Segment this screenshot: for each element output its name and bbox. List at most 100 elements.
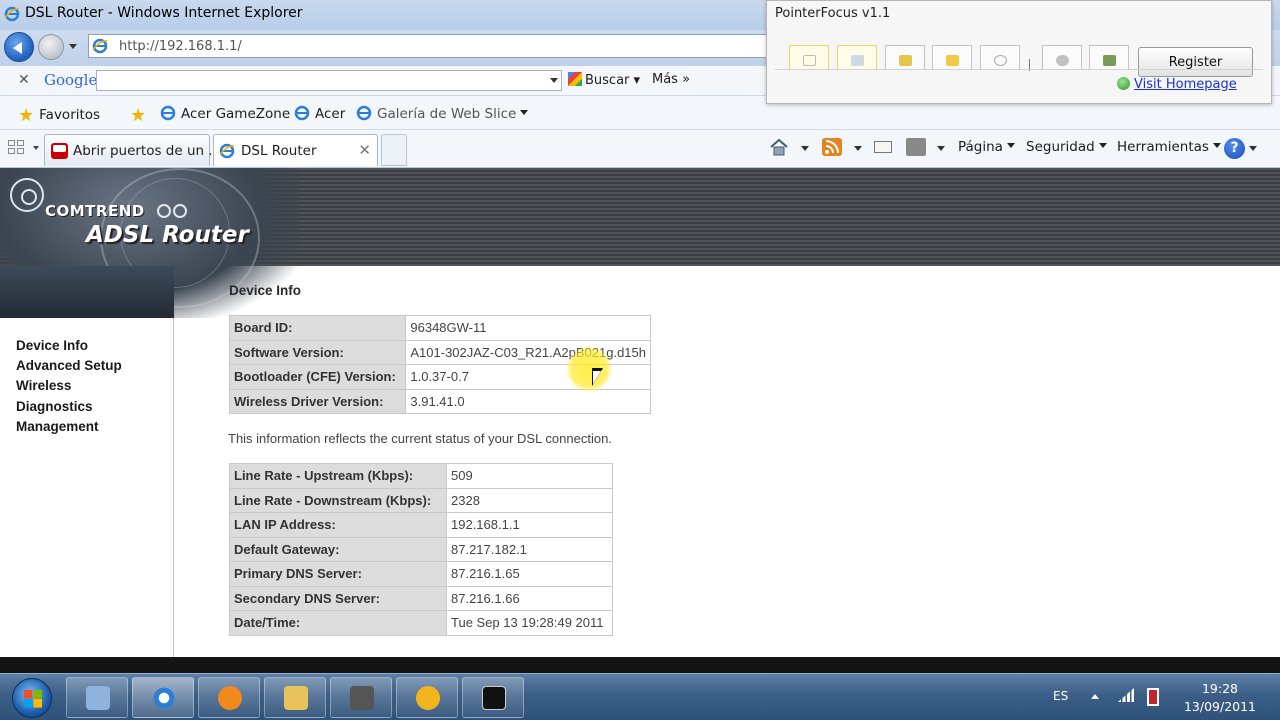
youtube-icon xyxy=(51,143,68,159)
taskbar-clock[interactable]: 19:28 13/09/2011 xyxy=(1180,680,1260,716)
visit-homepage-label: Visit Homepage xyxy=(1134,77,1237,92)
menu-management[interactable]: Management xyxy=(16,417,122,437)
windows-taskbar: ES 19:28 13/09/2011 xyxy=(0,673,1280,720)
home-icon[interactable] xyxy=(769,138,789,156)
taskbar-app-explorer[interactable] xyxy=(264,677,326,718)
page-bottom-bar xyxy=(0,657,1280,673)
print-icon[interactable] xyxy=(906,138,926,156)
window-title: DSL Router - Windows Internet Explorer xyxy=(25,5,303,21)
row-value: 1.0.37-0.7 xyxy=(405,364,651,390)
help-icon[interactable]: ? xyxy=(1224,138,1245,159)
clock-date: 13/09/2011 xyxy=(1183,699,1257,714)
forward-button[interactable] xyxy=(38,34,64,60)
quick-tabs-icon[interactable] xyxy=(8,140,28,156)
pagina-menu[interactable]: Página xyxy=(958,139,1015,155)
close-toolbar-icon[interactable]: ✕ xyxy=(18,72,30,88)
ie-icon xyxy=(219,143,235,159)
brand-dots xyxy=(157,204,189,222)
row-value: 3.91.41.0 xyxy=(405,388,651,414)
ie-icon xyxy=(160,105,176,121)
gear-icon xyxy=(1056,55,1069,66)
mouse-cursor-icon xyxy=(592,368,603,386)
settings-tool-button[interactable] xyxy=(1042,45,1082,69)
tab-abrir-puertos[interactable]: Abrir puertos de un ... xyxy=(44,134,221,166)
taskbar-app-ie[interactable] xyxy=(132,677,194,718)
pointerfocus-window: PointerFocus v1.1 Register Visit Homepag… xyxy=(766,0,1272,104)
visit-homepage-link[interactable]: Visit Homepage xyxy=(1117,77,1237,92)
chevron-down-icon[interactable] xyxy=(937,146,945,151)
herramientas-menu[interactable]: Herramientas xyxy=(1117,139,1221,155)
row-key: Line Rate - Upstream (Kbps): xyxy=(229,463,447,489)
chevron-down-icon[interactable] xyxy=(550,78,558,83)
google-search-input[interactable] xyxy=(96,70,562,91)
pointer-icon xyxy=(803,55,816,66)
buscar-label: Buscar xyxy=(585,73,630,88)
favorites-button[interactable]: ★ Favoritos xyxy=(18,105,100,126)
archive-icon xyxy=(350,686,374,710)
row-key: LAN IP Address: xyxy=(229,512,447,538)
table-row: Date/Time: Tue Sep 13 19:28:49 2011 xyxy=(229,610,613,636)
table-row: Line Rate - Downstream (Kbps): 2328 xyxy=(229,487,613,513)
row-key: Secondary DNS Server: xyxy=(229,585,447,611)
chevron-down-icon[interactable] xyxy=(1249,146,1257,151)
media-player-icon xyxy=(218,686,242,710)
ie-icon xyxy=(4,6,20,22)
taskbar-app-archive[interactable] xyxy=(330,677,392,718)
back-button[interactable] xyxy=(4,32,34,62)
magnifier-tool-button[interactable] xyxy=(980,45,1020,69)
spotlight-tool-button[interactable] xyxy=(885,45,925,69)
exit-tool-button[interactable] xyxy=(1089,45,1129,69)
menu-wireless[interactable]: Wireless xyxy=(16,376,122,396)
row-key: Wireless Driver Version: xyxy=(228,388,407,414)
mas-button[interactable]: Más » xyxy=(652,72,690,87)
seguridad-menu[interactable]: Seguridad xyxy=(1026,139,1107,155)
tab-label: Abrir puertos de un ... xyxy=(73,143,222,159)
pointer-tool-button[interactable] xyxy=(789,45,829,69)
history-dropdown-icon[interactable] xyxy=(69,44,77,49)
row-value: 87.217.182.1 xyxy=(446,536,613,562)
tab-dsl-router[interactable]: DSL Router ✕ xyxy=(213,134,378,166)
pagina-label: Página xyxy=(958,139,1003,155)
chevron-down-icon[interactable] xyxy=(854,146,862,151)
mail-icon[interactable] xyxy=(874,141,892,153)
row-value: 87.216.1.66 xyxy=(446,585,613,611)
chevron-down-icon[interactable] xyxy=(801,146,809,151)
taskbar-app-pointerfocus[interactable] xyxy=(396,677,458,718)
menu-device-info[interactable]: Device Info xyxy=(16,336,122,356)
table-row: Default Gateway: 87.217.182.1 xyxy=(229,536,613,562)
menu-advanced-setup[interactable]: Advanced Setup xyxy=(16,356,122,376)
new-tab-button[interactable] xyxy=(381,134,407,166)
console-icon xyxy=(482,686,506,710)
table-row: Line Rate - Upstream (Kbps): 509 xyxy=(229,463,613,489)
favorite-acer-gamezone[interactable]: Acer GameZone xyxy=(160,105,290,122)
favorite-acer[interactable]: Acer xyxy=(294,105,345,122)
ie-icon xyxy=(294,105,310,121)
star-icon: ★ xyxy=(18,105,35,126)
close-tab-icon[interactable]: ✕ xyxy=(358,141,371,159)
show-hidden-icons-icon[interactable] xyxy=(1091,694,1099,699)
tab-list-dropdown-icon[interactable] xyxy=(33,146,39,150)
register-button[interactable]: Register xyxy=(1138,47,1253,77)
chevron-down-icon xyxy=(1212,143,1221,148)
start-button[interactable] xyxy=(12,678,52,718)
pen-tool-button[interactable] xyxy=(932,45,972,69)
taskbar-app-cmd[interactable] xyxy=(462,677,524,718)
windows-logo-icon xyxy=(24,690,42,708)
taskbar-app-media[interactable] xyxy=(198,677,260,718)
rss-icon[interactable] xyxy=(822,138,842,156)
address-bar[interactable]: http://192.168.1.1/ xyxy=(88,34,768,58)
signal-icon[interactable] xyxy=(1118,688,1134,702)
pointerfocus-title: PointerFocus v1.1 xyxy=(775,6,891,21)
row-key: Default Gateway: xyxy=(229,536,447,562)
favorite-web-slice-gallery[interactable]: Galería de Web Slice xyxy=(356,105,529,122)
taskbar-app-settings[interactable] xyxy=(66,677,128,718)
menu-diagnostics[interactable]: Diagnostics xyxy=(16,397,122,417)
language-indicator[interactable]: ES xyxy=(1053,689,1068,703)
highlight-tool-button[interactable] xyxy=(837,45,877,69)
add-favorite-icon[interactable]: ★ xyxy=(130,105,151,126)
battery-icon[interactable] xyxy=(1147,688,1159,706)
row-key: Date/Time: xyxy=(229,610,447,636)
address-url: http://192.168.1.1/ xyxy=(119,39,242,54)
buscar-button[interactable]: Buscar ▾ xyxy=(568,72,640,88)
google-logo: Google xyxy=(44,71,97,89)
